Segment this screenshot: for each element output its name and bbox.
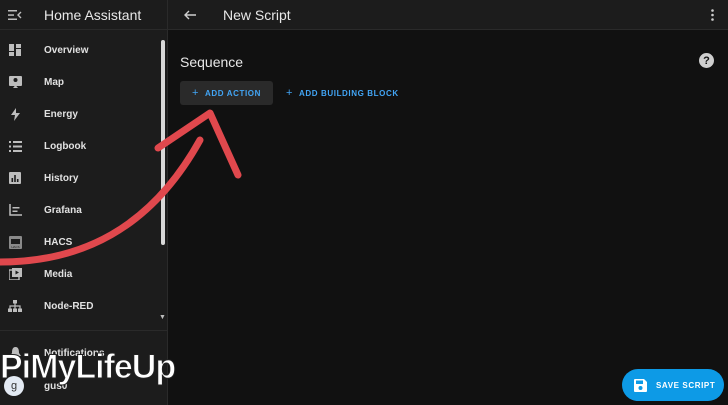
page-title: New Script	[223, 6, 291, 23]
app-title: Home Assistant	[44, 6, 142, 23]
svg-text:HACS: HACS	[11, 245, 19, 249]
sidebar-item-hacs[interactable]: HACS HACS	[0, 226, 160, 258]
floppy-disk-icon	[634, 378, 647, 392]
map-icon	[0, 66, 30, 98]
plus-icon: +	[286, 87, 294, 99]
help-icon[interactable]: ?	[699, 53, 714, 68]
add-building-block-button[interactable]: + ADD BUILDING BLOCK	[282, 81, 403, 105]
top-app-bar: New Script	[168, 0, 728, 30]
sidebar-nav: Overview Map Energy Logbook History Graf…	[0, 34, 160, 322]
lightning-icon	[0, 98, 30, 130]
sidebar-item-media[interactable]: Media	[0, 258, 160, 290]
sidebar-item-label: History	[44, 172, 79, 184]
play-box-icon	[0, 258, 30, 290]
watermark-logo: PiMyLifeUp	[0, 342, 177, 392]
sidebar-header: Home Assistant	[0, 0, 167, 30]
scroll-down-arrow-icon[interactable]: ▼	[159, 314, 166, 321]
section-title: Sequence	[180, 54, 244, 70]
sidebar-item-node-red[interactable]: Node-RED	[0, 290, 160, 322]
sidebar-item-logbook[interactable]: Logbook	[0, 130, 160, 162]
save-script-button[interactable]: SAVE SCRIPT	[622, 369, 724, 401]
menu-toggle-button[interactable]	[0, 0, 30, 30]
list-icon	[0, 130, 30, 162]
sidebar-item-label: Overview	[44, 44, 89, 56]
sidebar-item-overview[interactable]: Overview	[0, 34, 160, 66]
dashboard-icon	[0, 34, 30, 66]
sitemap-icon	[0, 290, 30, 322]
sidebar-item-grafana[interactable]: Grafana	[0, 194, 160, 226]
add-action-button[interactable]: + ADD ACTION	[180, 81, 273, 105]
sidebar-item-label: Map	[44, 76, 64, 88]
arrow-left-icon	[184, 10, 196, 19]
menu-collapse-icon	[8, 9, 22, 20]
sidebar-item-label: Media	[44, 268, 73, 280]
hacs-icon: HACS	[0, 226, 30, 258]
back-button[interactable]	[168, 0, 212, 30]
watermark-text: PiMyLifeUp	[0, 347, 177, 386]
add-action-label: ADD ACTION	[205, 88, 261, 98]
sidebar-item-label: HACS	[44, 236, 73, 248]
sidebar-item-history[interactable]: History	[0, 162, 160, 194]
dots-vertical-icon	[710, 9, 714, 21]
sidebar-scrollbar[interactable]	[161, 40, 165, 245]
sidebar-item-label: Node-RED	[44, 300, 94, 312]
sidebar-item-map[interactable]: Map	[0, 66, 160, 98]
sidebar-item-energy[interactable]: Energy	[0, 98, 160, 130]
sidebar-item-label: Energy	[44, 108, 78, 120]
save-script-label: SAVE SCRIPT	[656, 380, 716, 390]
chart-line-icon	[0, 194, 30, 226]
chart-box-icon	[0, 162, 30, 194]
sidebar-item-label: Grafana	[44, 204, 82, 216]
plus-icon: +	[192, 87, 200, 99]
more-options-button[interactable]	[706, 6, 718, 24]
add-building-block-label: ADD BUILDING BLOCK	[299, 88, 399, 98]
sidebar-divider	[0, 330, 167, 331]
sidebar-item-label: Logbook	[44, 140, 87, 152]
script-editor: Sequence ? + ADD ACTION + ADD BUILDING B…	[168, 31, 728, 405]
